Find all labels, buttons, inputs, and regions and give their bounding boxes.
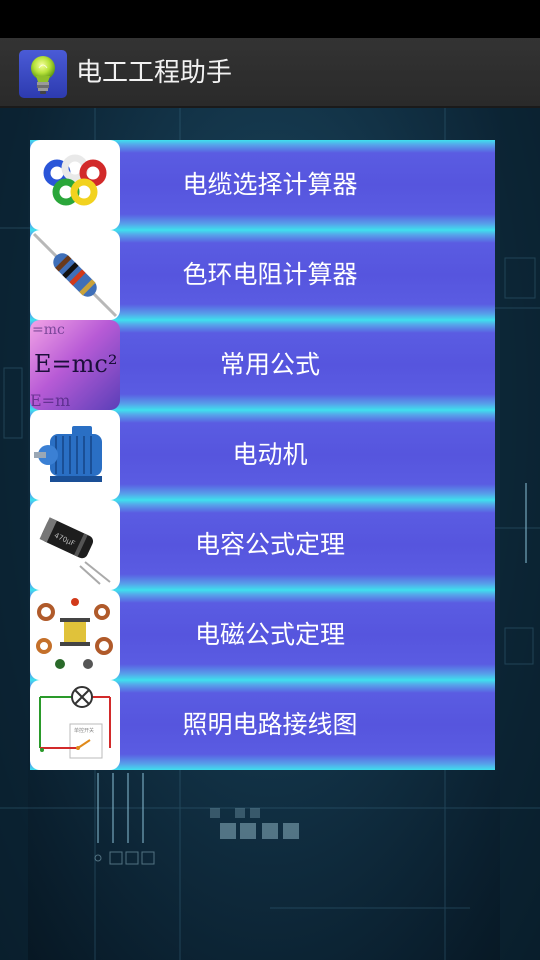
resistor-icon — [30, 230, 120, 320]
feature-menu: 电缆选择计算器 色环电阻计算器 =mc E=mc² E=m 常用公式 电动机 4… — [30, 140, 495, 770]
menu-item-label: 电磁公式定理 — [194, 620, 345, 649]
svg-text:=mc: =mc — [32, 322, 65, 338]
app-title: 电工工程助手 — [76, 58, 233, 88]
switch-label: 单控开关 — [74, 727, 94, 734]
main-content: 电缆选择计算器 色环电阻计算器 =mc E=mc² E=m 常用公式 电动机 4… — [0, 108, 540, 960]
svg-text:E=m: E=m — [30, 391, 70, 410]
status-bar — [0, 0, 540, 38]
formula-emc2-icon: =mc E=mc² E=m — [30, 320, 120, 410]
menu-item-label: 电缆选择计算器 — [182, 170, 358, 199]
menu-item-label: 色环电阻计算器 — [182, 260, 358, 289]
menu-item-electromagnetic-formulas[interactable]: 电磁公式定理 — [30, 590, 495, 680]
action-bar: 电工工程助手 — [0, 38, 540, 108]
menu-item-lighting-circuit[interactable]: 单控开关 照明电路接线图 — [30, 680, 495, 770]
menu-item-label: 电容公式定理 — [194, 530, 345, 559]
menu-item-cable-calculator[interactable]: 电缆选择计算器 — [30, 140, 495, 230]
capacitor-icon: 470μF — [30, 500, 120, 590]
lighting-circuit-icon: 单控开关 — [30, 680, 120, 770]
lightbulb-icon[interactable] — [19, 50, 67, 98]
screen: 电工工程助手 电缆选择计算器 色环电阻计算器 =mc E=mc² E=m 常用公… — [0, 0, 540, 960]
menu-item-label: 照明电路接线图 — [182, 710, 358, 739]
menu-item-label: 电动机 — [232, 440, 308, 469]
menu-item-label: 常用公式 — [219, 350, 320, 379]
electric-motor-icon — [30, 410, 120, 500]
menu-item-electric-motor[interactable]: 电动机 — [30, 410, 495, 500]
menu-item-resistor-calculator[interactable]: 色环电阻计算器 — [30, 230, 495, 320]
formula-text: E=mc² — [34, 350, 117, 378]
menu-item-capacitor-formulas[interactable]: 470μF 电容公式定理 — [30, 500, 495, 590]
electromagnetic-components-icon — [30, 590, 120, 680]
cable-rings-icon — [30, 140, 120, 230]
menu-item-common-formulas[interactable]: =mc E=mc² E=m 常用公式 — [30, 320, 495, 410]
